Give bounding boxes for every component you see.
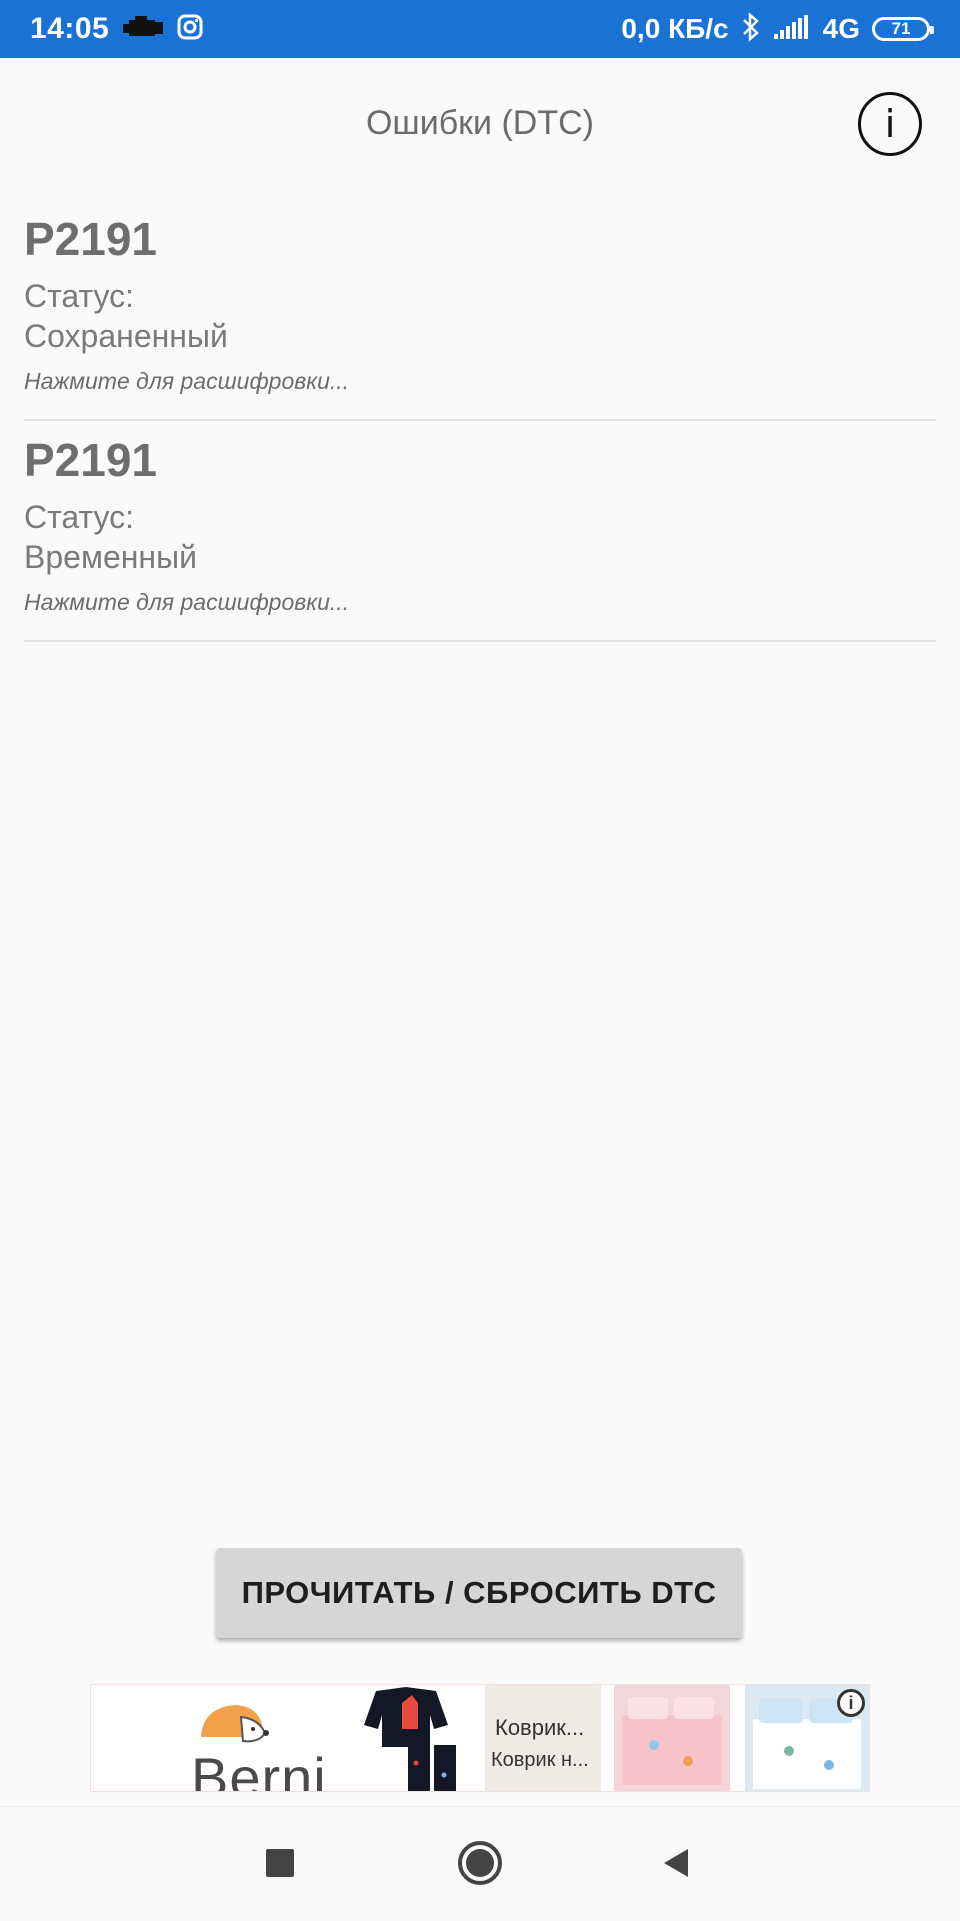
home-icon[interactable] xyxy=(458,1841,502,1885)
bluetooth-icon xyxy=(741,11,761,47)
dtc-hint: Нажмите для расшифровки... xyxy=(24,589,350,615)
dtc-status-label: Статус: xyxy=(24,499,135,535)
dtc-list-item[interactable]: P2191 Статус: Временный Нажмите для расш… xyxy=(24,421,936,642)
rug-subtitle: Коврик н... xyxy=(491,1749,589,1771)
read-reset-dtc-button[interactable]: ПРОЧИТАТЬ / СБРОСИТЬ DTC xyxy=(216,1548,742,1638)
dtc-list: P2191 Статус: Сохраненный Нажмите для ра… xyxy=(24,200,936,642)
info-icon-glyph: i xyxy=(884,102,896,146)
status-bar-right: 0,0 КБ/с 4G 71 xyxy=(621,11,934,47)
signal-icon xyxy=(773,14,811,45)
navigation-bar xyxy=(0,1806,960,1921)
ad-info-icon[interactable]: i xyxy=(837,1689,865,1717)
status-time: 14:05 xyxy=(30,12,110,45)
page-title: Ошибки (DTC) xyxy=(365,104,595,142)
dtc-status-value: Временный xyxy=(24,539,197,575)
ad-info-glyph: i xyxy=(848,1692,854,1713)
status-bar: 14:05 0,0 КБ/с 4G 71 xyxy=(0,0,960,58)
instagram-icon xyxy=(177,14,203,45)
dtc-hint: Нажмите для расшифровки... xyxy=(24,368,350,394)
back-icon[interactable] xyxy=(660,1847,692,1879)
net-speed: 0,0 КБ/с xyxy=(621,13,729,44)
berni-logo: Berni xyxy=(131,1697,371,1792)
ad-product-bedding-pink[interactable] xyxy=(614,1685,730,1791)
rug-title: Коврик... xyxy=(495,1715,585,1740)
dtc-status-value: Сохраненный xyxy=(24,318,228,354)
dtc-list-item[interactable]: P2191 Статус: Сохраненный Нажмите для ра… xyxy=(24,200,936,421)
home-icon-dot xyxy=(466,1849,494,1877)
recent-apps-icon[interactable] xyxy=(266,1849,294,1877)
ad-product-rug[interactable]: Коврик... Коврик н... xyxy=(485,1685,601,1791)
ad-banner[interactable]: Berni Коврик... Коврик н... i xyxy=(90,1684,870,1792)
dtc-code: P2191 xyxy=(24,434,158,486)
car-engine-icon xyxy=(121,14,165,45)
battery-level: 71 xyxy=(891,19,911,38)
status-bar-left: 14:05 xyxy=(30,12,203,46)
dtc-code: P2191 xyxy=(24,213,158,265)
brand-name: Berni xyxy=(191,1746,327,1792)
battery-icon: 71 xyxy=(872,17,934,41)
info-icon[interactable]: i xyxy=(858,92,922,156)
network-type: 4G xyxy=(822,13,860,44)
ad-product-pajama[interactable] xyxy=(356,1685,468,1791)
dtc-status-label: Статус: xyxy=(24,278,135,314)
app-header: Ошибки (DTC) i xyxy=(0,58,960,190)
